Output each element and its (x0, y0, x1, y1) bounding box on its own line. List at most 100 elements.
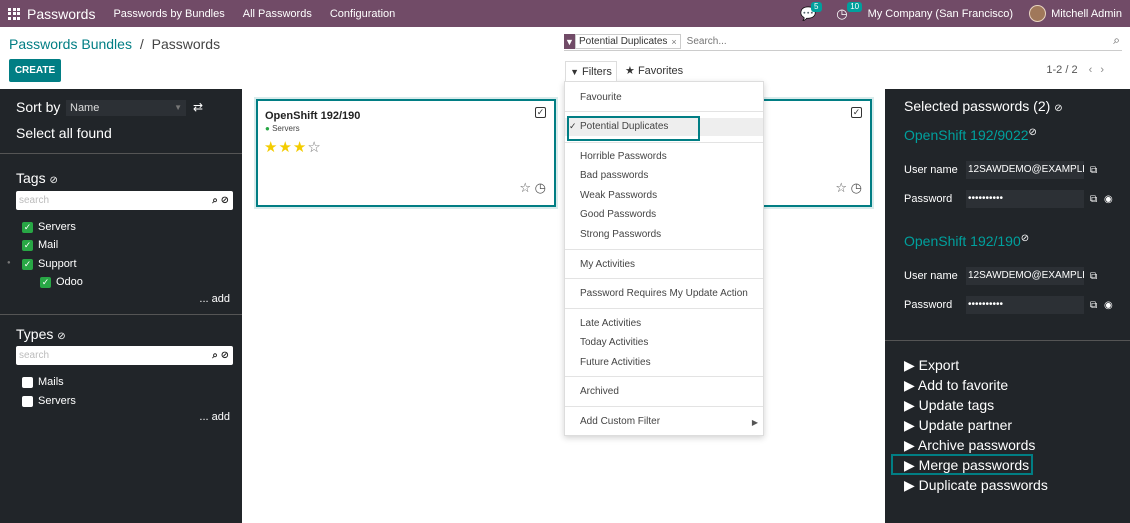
activities-clock-icon[interactable]: ◷ 10 (836, 1, 863, 22)
action-archive-passwords[interactable]: ▶ Archive passwords (904, 437, 1035, 454)
types-add-link[interactable]: ... add (199, 411, 230, 423)
filter-bad-passwords[interactable]: Bad passwords (580, 170, 648, 181)
types-search-placeholder: search (19, 350, 50, 361)
deselect-icon[interactable]: ⊘ (1021, 233, 1029, 244)
card-select-checkbox[interactable]: ✓ (851, 107, 862, 118)
selected-title-label: Selected passwords (2) (904, 98, 1051, 114)
pager-prev-icon[interactable]: ‹ (1089, 64, 1101, 76)
types-search-field[interactable]: search ⌕ ⊘ (16, 346, 233, 365)
search-icon[interactable]: ⌕ (1113, 33, 1120, 48)
password-card[interactable]: OpenShift 192/190 ● Servers ★★★☆ ✓ ☆ ◷ (256, 99, 556, 207)
tag-label: Servers (38, 221, 76, 233)
username-field[interactable]: 12SAWDEMO@EXAMPLE (966, 161, 1084, 179)
checkbox-checked-icon[interactable]: ✓ (22, 239, 33, 251)
favorite-star-icon[interactable]: ☆ (519, 180, 531, 195)
user-avatar[interactable] (1029, 5, 1047, 22)
create-button[interactable]: CREATE (9, 59, 61, 82)
copy-icon[interactable]: ⧉ (1090, 271, 1097, 282)
password-name-link[interactable]: OpenShift 192/9022⊘ (904, 127, 1037, 143)
action-duplicate-passwords[interactable]: ▶ Duplicate passwords (904, 477, 1048, 494)
password-field[interactable]: •••••••••• (966, 190, 1084, 208)
facet-remove-icon[interactable]: × (671, 37, 676, 47)
chevron-down-icon: ▼ (174, 103, 182, 112)
filter-archived[interactable]: Archived (580, 386, 619, 397)
clear-selection-icon[interactable]: ⊘ (1054, 103, 1062, 114)
checkbox-unchecked-icon[interactable] (22, 376, 33, 388)
tag-item-odoo[interactable]: ✓ Odoo (40, 276, 83, 288)
password-name-link[interactable]: OpenShift 192/190⊘ (904, 233, 1029, 249)
copy-icon[interactable]: ⧉ (1090, 165, 1097, 176)
app-name[interactable]: Passwords (27, 6, 95, 22)
checkbox-checked-icon[interactable]: ✓ (40, 276, 51, 288)
type-item-mails[interactable]: Mails (22, 376, 64, 388)
tags-clear-icon[interactable]: ⊘ (49, 175, 57, 186)
action-label: Merge passwords (918, 457, 1030, 473)
action-update-tags[interactable]: ▶ Update tags (904, 397, 994, 414)
filter-future-activities[interactable]: Future Activities (580, 357, 651, 368)
action-merge-passwords[interactable]: ▶ Merge passwords (904, 457, 1029, 474)
password-field[interactable]: •••••••••• (966, 296, 1084, 314)
action-update-partner[interactable]: ▶ Update partner (904, 417, 1012, 434)
filter-strong-passwords[interactable]: Strong Passwords (580, 229, 661, 240)
filter-late-activities[interactable]: Late Activities (580, 318, 641, 329)
favorites-toggle-button[interactable]: ★ Favorites (625, 64, 683, 77)
filter-weak-passwords[interactable]: Weak Passwords (580, 190, 657, 201)
copy-icon[interactable]: ⧉ (1090, 194, 1097, 205)
company-switcher[interactable]: My Company (San Francisco) (868, 8, 1014, 20)
action-add-to-favorite[interactable]: ▶ Add to favorite (904, 377, 1008, 394)
search-icon[interactable]: ⌕ ⊘ (212, 195, 229, 206)
checkbox-checked-icon[interactable]: ✓ (22, 221, 33, 233)
tag-item-support[interactable]: ✓ Support (22, 258, 77, 270)
pager-value[interactable]: 1-2 / 2 (1046, 64, 1077, 76)
divider (565, 278, 763, 279)
eye-icon[interactable]: ◉ (1104, 300, 1113, 311)
filter-today-activities[interactable]: Today Activities (580, 337, 648, 348)
activity-clock-icon[interactable]: ◷ (535, 180, 546, 195)
filter-favourite[interactable]: Favourite (580, 92, 622, 103)
eye-icon[interactable]: ◉ (1104, 194, 1113, 205)
user-menu[interactable]: Mitchell Admin (1051, 8, 1122, 20)
filter-good-passwords[interactable]: Good Passwords (580, 209, 656, 220)
add-custom-filter[interactable]: Add Custom Filter (580, 416, 660, 427)
divider (0, 314, 242, 315)
breadcrumb-parent[interactable]: Passwords Bundles (9, 36, 132, 52)
sort-direction-icon[interactable]: ⇄ (193, 100, 203, 114)
filter-requires-update[interactable]: Password Requires My Update Action (580, 288, 748, 299)
filter-my-activities[interactable]: My Activities (580, 259, 635, 270)
card-tag: ● Servers (265, 124, 300, 133)
activity-clock-icon[interactable]: ◷ (851, 180, 862, 195)
menu-passwords-by-bundles[interactable]: Passwords by Bundles (113, 8, 224, 20)
tag-item-servers[interactable]: ✓ Servers (22, 221, 76, 233)
deselect-icon[interactable]: ⊘ (1029, 127, 1037, 138)
types-clear-icon[interactable]: ⊘ (57, 331, 65, 342)
apps-menu-icon[interactable] (8, 7, 20, 20)
search-input[interactable] (686, 36, 1087, 47)
divider (0, 153, 242, 154)
menu-all-passwords[interactable]: All Passwords (243, 8, 312, 20)
messages-icon[interactable]: 💬 5 (800, 1, 822, 22)
action-label: Update tags (918, 397, 995, 413)
action-export[interactable]: ▶ Export (904, 357, 959, 374)
action-label: Export (918, 357, 960, 373)
expand-bullet-icon[interactable]: ● (7, 260, 11, 266)
tags-search-field[interactable]: search ⌕ ⊘ (16, 191, 233, 210)
search-icon[interactable]: ⌕ ⊘ (212, 350, 229, 361)
checkbox-unchecked-icon[interactable] (22, 395, 33, 407)
type-item-servers[interactable]: Servers (22, 395, 76, 407)
pager-next-icon[interactable]: › (1100, 64, 1112, 76)
star-filled-icon: ★ (278, 139, 293, 156)
filter-horrible-passwords[interactable]: Horrible Passwords (580, 151, 667, 162)
favorite-star-icon[interactable]: ☆ (835, 180, 847, 195)
menu-configuration[interactable]: Configuration (330, 8, 395, 20)
username-field[interactable]: 12SAWDEMO@EXAMPLE (966, 267, 1084, 285)
checkbox-checked-icon[interactable]: ✓ (22, 258, 33, 270)
card-select-checkbox[interactable]: ✓ (535, 107, 546, 118)
copy-icon[interactable]: ⧉ (1090, 300, 1097, 311)
password-card[interactable]: ✓ ☆ ◷ (760, 99, 872, 207)
tags-add-link[interactable]: ... add (199, 293, 230, 305)
breadcrumb: Passwords Bundles / Passwords (9, 36, 220, 52)
select-all-found[interactable]: Select all found (16, 125, 112, 141)
tag-item-mail[interactable]: ✓ Mail (22, 239, 58, 251)
sort-select[interactable]: Name ▼ (66, 100, 186, 116)
filters-toggle-button[interactable]: ▼ Filters (565, 61, 617, 81)
